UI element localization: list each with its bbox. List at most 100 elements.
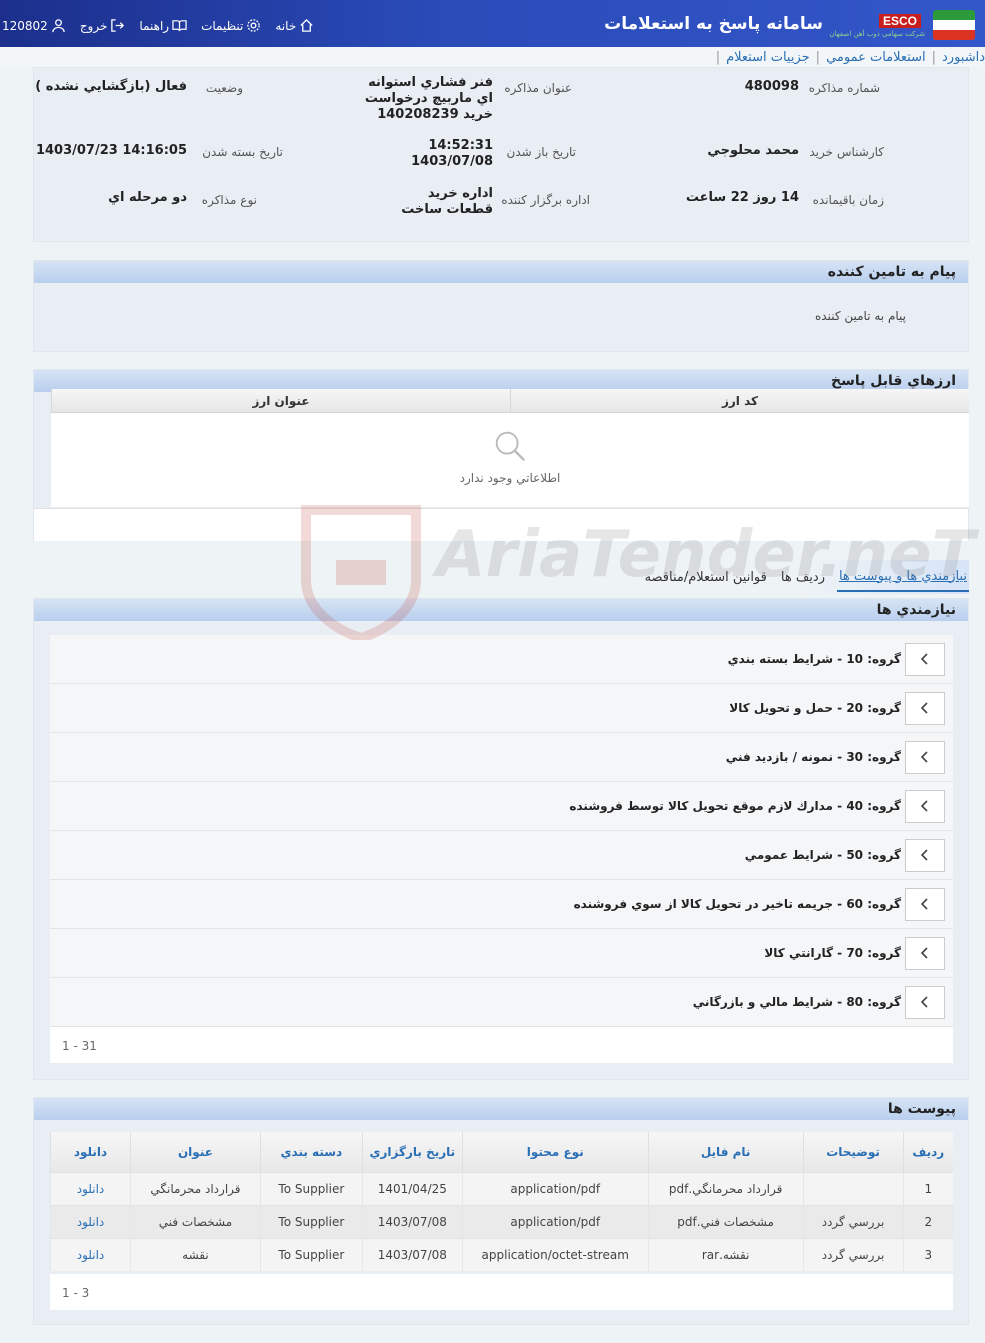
requirement-group-row[interactable]: گروه: 60 - جريمه تاخير در تحويل کالا از …	[50, 880, 953, 929]
requirement-group-row[interactable]: گروه: 70 - گارانتي کالا	[50, 929, 953, 978]
column-file-name[interactable]: نام فايل	[647, 1132, 804, 1172]
expand-button[interactable]	[905, 985, 945, 1019]
cell-content-type: application/octet-stream	[461, 1237, 649, 1271]
supplier-message-body: پيام به تامين کننده	[815, 309, 906, 323]
settings-label: تنظيمات	[201, 18, 244, 33]
empty-state-text: اطلاعاتي وجود ندارد	[459, 471, 561, 485]
home-link[interactable]: خانه	[275, 18, 314, 33]
organizer-value: اداره خريد قطعات ساخت	[401, 186, 493, 217]
column-category[interactable]: دسته بندي	[259, 1132, 363, 1172]
cell-content-type: application/pdf	[461, 1171, 649, 1205]
download-link[interactable]: دانلود	[50, 1237, 131, 1271]
esco-logo-text: ESCO	[878, 14, 921, 28]
empty-state: اطلاعاتي وجود ندارد	[51, 427, 969, 485]
cell-file-name: نقشه.rar	[647, 1237, 804, 1271]
download-link[interactable]: دانلود	[50, 1204, 131, 1238]
requirement-group-label: گروه: 20 - حمل و تحويل کالا	[729, 701, 901, 715]
requirement-group-row[interactable]: گروه: 40 - مدارك لازم موقع تحويل كالا تو…	[50, 782, 953, 831]
settings-link[interactable]: تنظيمات	[201, 18, 261, 33]
chevron-left-icon	[920, 849, 928, 861]
chevron-left-icon	[920, 702, 928, 714]
requirement-group-row[interactable]: گروه: 30 - نمونه / بازديد فني	[50, 733, 953, 782]
requirement-group-row[interactable]: گروه: 50 - شرايط عمومي	[50, 831, 953, 880]
help-link[interactable]: راهنما	[139, 18, 187, 33]
organizer-label: اداره برگزار کننده	[501, 193, 590, 207]
cell-row: 3	[902, 1237, 953, 1271]
download-link[interactable]: دانلود	[50, 1171, 131, 1205]
iran-flag-logo	[933, 10, 975, 40]
negotiation-type-label: نوع مذاکره	[201, 193, 257, 207]
home-label: خانه	[275, 18, 297, 33]
table-row: 1 قرارداد محرمانگي.pdf application/pdf 1…	[50, 1171, 953, 1205]
user-menu[interactable]: 120802	[2, 18, 66, 33]
attachments-header-row: رديف توضيحات نام فايل نوع محتوا تاريخ با…	[50, 1132, 953, 1172]
column-upload-date[interactable]: تاريخ بارگزاري	[361, 1132, 463, 1172]
logout-label: خروج	[79, 18, 108, 33]
cell-category: To Supplier	[259, 1237, 363, 1271]
requirements-panel: نيازمندي ها گروه: 10 - شرايط بسته بندي گ…	[33, 598, 969, 1080]
column-currency-title[interactable]: عنوان ارز	[51, 389, 510, 412]
help-label: راهنما	[139, 18, 170, 33]
detail-tabs: نيازمندي ها و پيوست ها رديف ها قوانين اس…	[549, 560, 969, 594]
status-value: فعال (بازگشايي نشده )	[35, 79, 187, 94]
requirement-group-label: گروه: 30 - نمونه / بازديد فني	[725, 750, 901, 764]
tab-rows[interactable]: رديف ها	[779, 564, 827, 591]
open-date-value: 1403/07/08	[411, 154, 493, 169]
tab-requirements-attachments[interactable]: نيازمندي ها و پيوست ها	[836, 563, 969, 592]
top-nav: 120802 خروج راهنما تنظيمات خانه	[2, 18, 314, 33]
cell-category: To Supplier	[259, 1204, 363, 1238]
breadcrumb: داشبورد | استعلامات عمومي | جزييات استعل…	[0, 47, 985, 67]
search-icon	[495, 431, 526, 462]
column-title[interactable]: عنوان	[129, 1132, 261, 1172]
home-icon	[300, 18, 313, 32]
expand-button[interactable]	[905, 740, 945, 774]
currencies-grid-header: کد ارز عنوان ارز	[51, 389, 969, 413]
column-content-type[interactable]: نوع محتوا	[461, 1132, 649, 1172]
breadcrumb-separator: |	[931, 49, 936, 65]
requirements-heading: نيازمندي ها	[34, 599, 968, 621]
app-title: سامانه پاسخ به استعلامات	[604, 14, 823, 34]
cell-row: 2	[902, 1204, 953, 1238]
breadcrumb-public-inquiries[interactable]: استعلامات عمومي	[826, 50, 926, 65]
inquiry-info-panel: شماره مذاکره 480098 عنوان مذاکره فنر فشا…	[33, 67, 969, 242]
close-date-value: 1403/07/23 14:16:05	[35, 143, 187, 158]
logout-icon	[111, 19, 125, 32]
status-label: وضعيت	[205, 81, 243, 95]
requirement-group-label: گروه: 50 - شرايط عمومي	[744, 848, 901, 862]
chevron-left-icon	[920, 947, 928, 959]
cell-content-type: application/pdf	[461, 1204, 649, 1238]
chevron-left-icon	[920, 653, 928, 665]
requirement-group-row[interactable]: گروه: 10 - شرايط بسته بندي	[50, 635, 953, 684]
cell-upload-date: 1403/07/08	[361, 1204, 463, 1238]
expand-button[interactable]	[905, 838, 945, 872]
expert-value: محمد محلوجي	[707, 143, 799, 158]
user-icon	[52, 19, 65, 33]
title-value: فنر فشاري استوانه اي ماربيچ درخواست خريد…	[364, 75, 493, 122]
column-description[interactable]: توضيحات	[802, 1132, 904, 1172]
requirement-group-label: گروه: 80 - شرايط مالي و بازرگاني	[692, 995, 901, 1009]
requirement-group-label: گروه: 70 - گارانتي کالا	[764, 946, 901, 960]
expand-button[interactable]	[905, 887, 945, 921]
breadcrumb-inquiry-details[interactable]: جزييات استعلام	[726, 50, 810, 65]
expand-button[interactable]	[905, 691, 945, 725]
column-currency-code[interactable]: کد ارز	[510, 389, 969, 412]
tab-rules[interactable]: قوانين استعلام/مناقصه	[643, 564, 769, 591]
cell-category: To Supplier	[259, 1171, 363, 1205]
remaining-time-value: 14 روز 22 ساعت	[685, 190, 799, 205]
requirement-group-row[interactable]: گروه: 80 - شرايط مالي و بازرگاني	[50, 978, 953, 1027]
requirement-group-label: گروه: 10 - شرايط بسته بندي	[727, 652, 901, 666]
column-row[interactable]: رديف	[902, 1132, 953, 1172]
book-icon	[172, 20, 187, 32]
requirement-group-row[interactable]: گروه: 20 - حمل و تحويل کالا	[50, 684, 953, 733]
logout-link[interactable]: خروج	[80, 18, 126, 33]
cell-upload-date: 1403/07/08	[361, 1237, 463, 1271]
expert-label: کارشناس خريد	[809, 145, 884, 159]
column-download[interactable]: دانلود	[50, 1132, 131, 1172]
expand-button[interactable]	[905, 642, 945, 676]
requirements-pager: 1 - 31	[50, 1027, 953, 1063]
attachments-panel: پيوست ها رديف توضيحات نام فايل نوع محتوا…	[33, 1097, 969, 1325]
breadcrumb-dashboard[interactable]: داشبورد	[942, 50, 985, 65]
title-label: عنوان مذاکره	[504, 81, 572, 95]
expand-button[interactable]	[905, 936, 945, 970]
expand-button[interactable]	[905, 789, 945, 823]
